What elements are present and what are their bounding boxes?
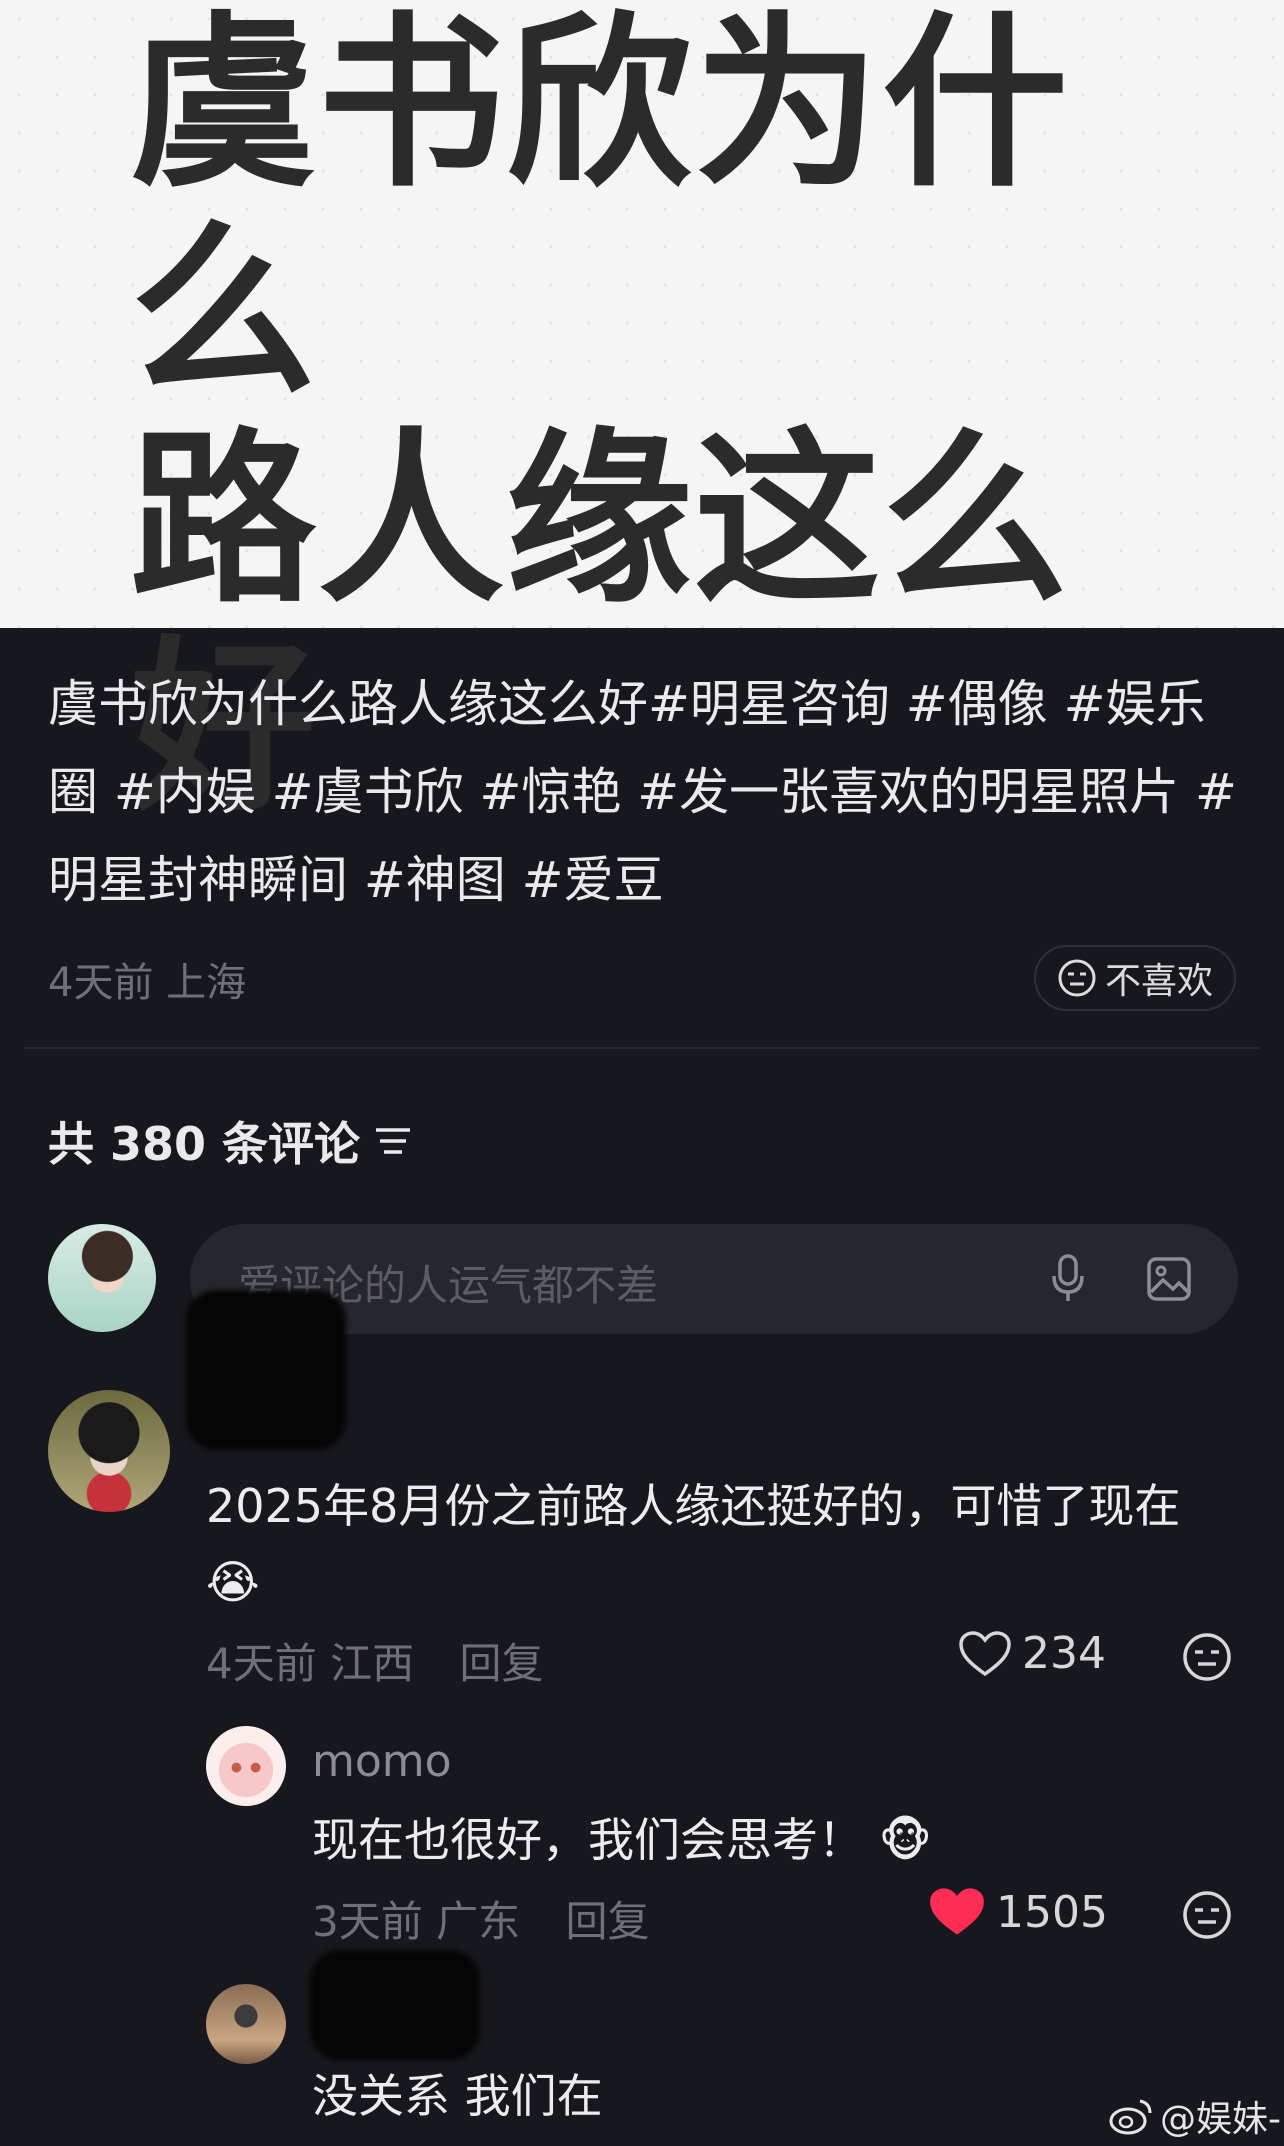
reply-time-location: 3天前 广东 [312,1897,521,1946]
redacted-username [186,1290,346,1450]
comment-count: 共 380 条评论 [48,1108,412,1174]
watermark-text: @娱妹- [1160,2099,1281,2140]
comment-text: 2025年8月份之前路人缘还挺好的，可惜了现在😭 [206,1479,1181,1609]
like-button[interactable]: 234 [958,1628,1106,1679]
heart-outline-icon [959,1630,1011,1676]
crying-emoji: 😭 [206,1555,260,1609]
reply-text: 没关系 我们在 [312,2069,603,2123]
current-user-avatar[interactable] [48,1224,156,1332]
post-image[interactable]: 虞书欣为什么 路人缘这么好 [0,0,1284,832]
comment-input[interactable]: 爱评论的人运气都不差 [190,1224,1238,1334]
monkey-emoji: 🐵 [878,1813,932,1867]
redacted-username [310,1950,480,2060]
heart-filled-icon [930,1888,984,1935]
dislike-button[interactable]: 不喜欢 [1034,945,1236,1011]
post-meta: 4天前 上海 [48,960,247,1006]
sort-icon[interactable] [374,1124,412,1158]
image-icon[interactable] [1146,1256,1192,1302]
reply-avatar[interactable] [206,1984,286,2064]
like-button[interactable]: 1505 [928,1886,1108,1938]
like-count: 1505 [996,1886,1108,1938]
commenter-avatar[interactable] [48,1390,170,1512]
watermark: @娱妹- [1108,2090,1281,2142]
dislike-face-icon[interactable] [1182,1632,1232,1682]
reply-username[interactable]: momo [312,1736,452,1787]
reply-button[interactable]: 回复 [459,1639,543,1688]
comment-meta: 4天前 江西 回复 [206,1630,543,1691]
microphone-icon[interactable] [1050,1254,1086,1304]
reply-meta: 3天前 广东 回复 [312,1888,649,1949]
reply-text: 现在也很好，我们会思考！ 🐵 [312,1813,932,1867]
dislike-label: 不喜欢 [1104,961,1213,1002]
weibo-logo-icon [1109,2099,1152,2135]
divider [24,1047,1260,1049]
like-count: 234 [1022,1628,1106,1679]
comment-count-label: 共 380 条评论 [48,1117,361,1171]
comment-time-location: 4天前 江西 [206,1639,415,1688]
post-caption: 虞书欣为什么路人缘这么好#明星咨询 #偶像 #娱乐圈 #内娱 #虞书欣 #惊艳 … [48,675,1237,909]
dislike-face-icon[interactable] [1182,1890,1232,1940]
neutral-face-icon [1058,959,1096,997]
reply-button[interactable]: 回复 [565,1897,649,1946]
reply-avatar[interactable] [206,1726,286,1806]
